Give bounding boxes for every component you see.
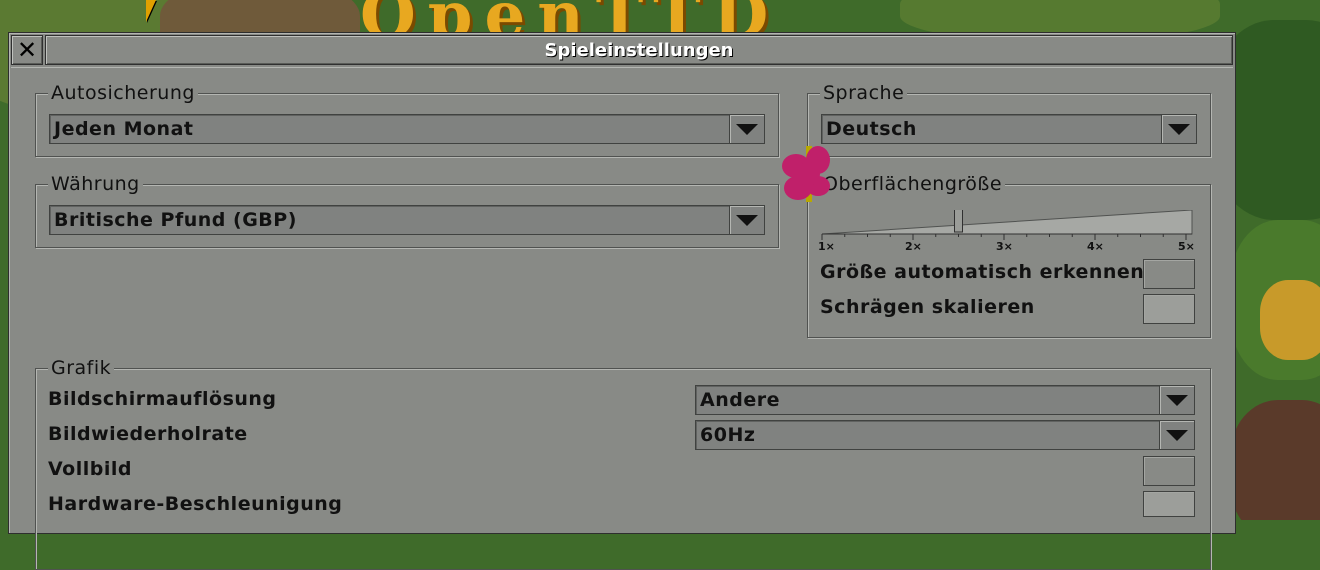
slider-handle[interactable] [954,210,963,233]
mouse-cursor-icon [146,0,156,22]
refresh-rate-value: 60Hz [700,424,756,446]
autosave-dropdown-arrow[interactable] [729,115,764,143]
chevron-down-icon [1166,394,1188,406]
scale-bevels-toggle[interactable] [1143,294,1195,324]
refresh-rate-label: Bildwiederholrate [48,423,248,445]
refresh-rate-dropdown-arrow[interactable] [1159,421,1194,449]
close-icon: ✕ [16,36,38,64]
currency-frame: Währung Britische Pfund (GBP) [35,173,779,248]
window-title[interactable]: Spieleinstellungen [45,35,1233,65]
autosave-frame: Autosicherung Jeden Monat [35,82,779,157]
graphics-frame-title: Grafik [48,357,115,379]
fullscreen-label: Vollbild [48,458,132,480]
language-value: Deutsch [826,118,917,140]
window-titlebar[interactable]: ✕ Spieleinstellungen [9,33,1235,65]
language-dropdown-arrow[interactable] [1161,115,1196,143]
resolution-dropdown-arrow[interactable] [1159,386,1194,414]
chevron-down-icon [736,214,758,226]
resolution-value: Andere [700,389,780,411]
language-dropdown[interactable]: Deutsch [821,114,1197,144]
hw-accel-label: Hardware-Beschleunigung [48,493,343,515]
cargo-sprite-icon [782,146,830,202]
language-frame: Sprache Deutsch [807,82,1211,157]
scale-label-5x: 5× [1178,240,1195,253]
scale-label-2x: 2× [905,240,922,253]
scale-label-3x: 3× [996,240,1013,253]
scale-bevels-label: Schrägen skalieren [820,296,1035,318]
currency-dropdown[interactable]: Britische Pfund (GBP) [49,205,765,235]
interface-size-frame-title: Oberflächengröße [820,173,1006,195]
chevron-down-icon [1168,123,1190,135]
autosave-value: Jeden Monat [54,118,194,140]
refresh-rate-dropdown[interactable]: 60Hz [695,420,1195,450]
chevron-down-icon [1166,429,1188,441]
autosave-frame-title: Autosicherung [48,82,198,104]
currency-value: Britische Pfund (GBP) [54,209,297,231]
resolution-label: Bildschirmauflösung [48,388,277,410]
scale-label-4x: 4× [1087,240,1104,253]
scale-label-1x: 1× [818,240,835,253]
fullscreen-toggle[interactable] [1143,456,1195,486]
interface-size-slider[interactable]: 1× 2× 3× 4× 5× [816,210,1195,256]
resolution-dropdown[interactable]: Andere [695,385,1195,415]
chevron-down-icon [736,123,758,135]
currency-frame-title: Währung [48,173,143,195]
autosave-dropdown[interactable]: Jeden Monat [49,114,765,144]
auto-detect-label: Größe automatisch erkennen [820,261,1145,283]
auto-detect-toggle[interactable] [1143,259,1195,289]
hw-accel-toggle[interactable] [1143,491,1195,517]
close-button[interactable]: ✕ [11,35,43,65]
currency-dropdown-arrow[interactable] [729,206,764,234]
language-frame-title: Sprache [820,82,908,104]
